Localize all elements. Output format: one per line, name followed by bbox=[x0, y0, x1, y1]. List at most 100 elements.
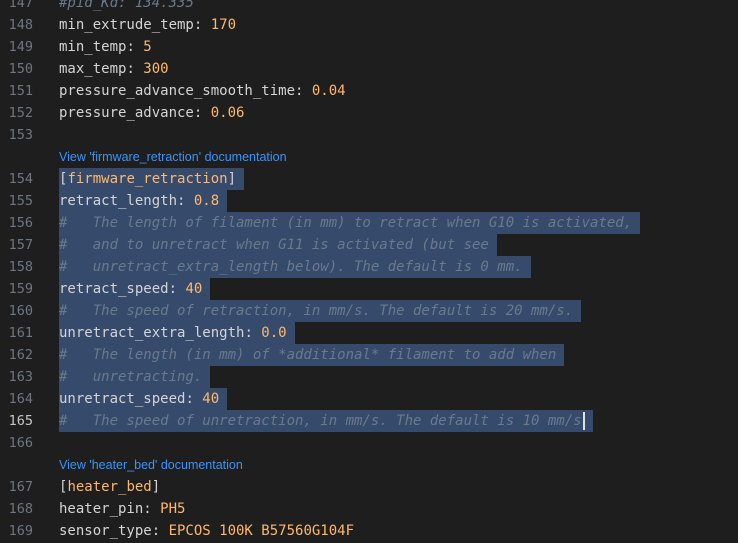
documentation-link[interactable]: View 'heater_bed' documentation bbox=[59, 454, 243, 476]
code-content[interactable]: [firmware_retraction] bbox=[59, 168, 245, 190]
line-number: 149 bbox=[8, 39, 33, 55]
key-separator: : bbox=[151, 523, 169, 539]
config-value: PH5 bbox=[160, 501, 186, 517]
config-key: pressure_advance_smooth_time bbox=[59, 83, 296, 99]
code-content[interactable]: unretract_extra_length: 0.0 bbox=[59, 322, 295, 344]
code-content[interactable]: # The speed of unretraction, in mm/s. Th… bbox=[59, 410, 593, 432]
code-content[interactable]: unretract_speed: 40 bbox=[59, 388, 228, 410]
code-content[interactable]: heater_pin: PH5 bbox=[59, 498, 185, 520]
comment-text: # The speed of unretraction, in mm/s. Th… bbox=[59, 413, 582, 429]
code-line[interactable]: 149 min_temp: 5 bbox=[0, 36, 738, 58]
code-line[interactable]: 162 # The length (in mm) of *additional* … bbox=[0, 344, 738, 366]
line-number: 163 bbox=[8, 369, 33, 385]
code-line[interactable]: 150 max_temp: 300 bbox=[0, 58, 738, 80]
config-key: min_temp bbox=[59, 39, 127, 55]
code-line[interactable]: 153 bbox=[0, 124, 738, 146]
line-number: 162 bbox=[8, 347, 33, 363]
config-key: unretract_speed bbox=[59, 391, 186, 407]
line-number: 165 bbox=[8, 413, 33, 429]
section-bracket: ] bbox=[151, 479, 161, 495]
code-line[interactable]: 158 # unretract_extra_length below). The … bbox=[0, 256, 738, 278]
code-line[interactable]: 151 pressure_advance_smooth_time: 0.04 bbox=[0, 80, 738, 102]
text-cursor bbox=[582, 412, 585, 430]
config-value: 5 bbox=[143, 39, 152, 55]
key-separator: : bbox=[185, 391, 203, 407]
code-content[interactable]: retract_speed: 40 bbox=[59, 278, 211, 300]
code-content[interactable]: # The length of filament (in mm) to retr… bbox=[59, 212, 641, 234]
line-number: 147 bbox=[8, 0, 33, 11]
config-value: 40 bbox=[185, 281, 203, 297]
code-content[interactable]: # unretract_extra_length below). The def… bbox=[59, 256, 531, 278]
code-line[interactable]: 168 heater_pin: PH5 bbox=[0, 498, 738, 520]
code-line[interactable]: 148 min_extrude_temp: 170 bbox=[0, 14, 738, 36]
config-key: retract_length bbox=[59, 193, 178, 209]
config-key: unretract_extra_length bbox=[59, 325, 245, 341]
code-line[interactable]: 159 retract_speed: 40 bbox=[0, 278, 738, 300]
line-number: 160 bbox=[8, 303, 33, 319]
code-content[interactable]: max_temp: 300 bbox=[59, 58, 169, 80]
config-key: min_extrude_temp bbox=[59, 17, 194, 33]
code-content[interactable]: pressure_advance_smooth_time: 0.04 bbox=[59, 80, 346, 102]
line-number: 158 bbox=[8, 259, 33, 275]
code-line[interactable]: 169 sensor_type: EPCOS 100K B57560G104F bbox=[0, 520, 738, 542]
code-content[interactable]: # The length (in mm) of *additional* fil… bbox=[59, 344, 565, 366]
code-content[interactable]: # The speed of retraction, in mm/s. The … bbox=[59, 300, 582, 322]
line-number: 169 bbox=[8, 523, 33, 539]
config-value: 0.06 bbox=[210, 105, 245, 121]
config-value: 0.0 bbox=[261, 325, 287, 341]
comment-text: # The length (in mm) of *additional* fil… bbox=[59, 347, 557, 363]
code-line[interactable]: 155 retract_length: 0.8 bbox=[0, 190, 738, 212]
section-name: heater_bed bbox=[67, 479, 152, 495]
code-content[interactable]: sensor_type: EPCOS 100K B57560G104F bbox=[59, 520, 354, 542]
line-number: 157 bbox=[8, 237, 33, 253]
line-number: 166 bbox=[8, 435, 33, 451]
config-value: 170 bbox=[210, 17, 237, 33]
code-line[interactable]: 160 # The speed of retraction, in mm/s. T… bbox=[0, 300, 738, 322]
config-value: 134.335 bbox=[134, 0, 194, 11]
config-value: 0.8 bbox=[193, 193, 220, 209]
code-content[interactable]: [heater_bed] bbox=[59, 476, 160, 498]
config-key: pressure_advance bbox=[59, 105, 194, 121]
code-content[interactable]: pressure_advance: 0.06 bbox=[59, 102, 244, 124]
code-content[interactable]: # unretracting. bbox=[59, 366, 211, 388]
comment-text: # unretracting. bbox=[59, 369, 203, 385]
line-number: 156 bbox=[8, 215, 33, 231]
documentation-link[interactable]: View 'firmware_retraction' documentation bbox=[59, 146, 287, 168]
config-key: max_temp bbox=[59, 61, 127, 77]
comment-text: # The speed of retraction, in mm/s. The … bbox=[59, 303, 574, 319]
code-line[interactable]: 147 #pid_Kd: 134.335 bbox=[0, 0, 738, 14]
code-line[interactable]: 165 # The speed of unretraction, in mm/s.… bbox=[0, 410, 738, 432]
code-line[interactable]: 154 [firmware_retraction] bbox=[0, 168, 738, 190]
code-content[interactable]: min_extrude_temp: 170 bbox=[59, 14, 236, 36]
config-value: 0.04 bbox=[311, 83, 346, 99]
key-separator: : bbox=[143, 501, 161, 517]
line-number: 153 bbox=[8, 127, 33, 143]
section-name: firmware_retraction bbox=[67, 171, 228, 187]
line-number: 164 bbox=[8, 391, 33, 407]
code-content[interactable]: retract_length: 0.8 bbox=[59, 190, 228, 212]
code-line[interactable]: 167 [heater_bed] bbox=[0, 476, 738, 498]
code-content[interactable]: #pid_Kd: 134.335 bbox=[59, 0, 194, 14]
key-separator: : bbox=[193, 17, 211, 33]
line-number: 155 bbox=[8, 193, 33, 209]
code-content[interactable]: min_temp: 5 bbox=[59, 36, 152, 58]
code-line[interactable]: 156 # The length of filament (in mm) to r… bbox=[0, 212, 738, 234]
code-line[interactable]: 152 pressure_advance: 0.06 bbox=[0, 102, 738, 124]
line-number: 167 bbox=[8, 479, 33, 495]
code-content[interactable]: # and to unretract when G11 is activated… bbox=[59, 234, 497, 256]
line-number: 150 bbox=[8, 61, 33, 77]
code-line[interactable]: 166 bbox=[0, 432, 738, 454]
section-bracket: ] bbox=[227, 171, 237, 187]
code-line[interactable]: 157 # and to unretract when G11 is activa… bbox=[0, 234, 738, 256]
key-separator: : bbox=[168, 281, 186, 297]
code-line[interactable]: 164 unretract_speed: 40 bbox=[0, 388, 738, 410]
code-editor[interactable]: 147 #pid_Kd: 134.335 148 min_extrude_temp: … bbox=[0, 0, 738, 543]
key-separator: : bbox=[126, 39, 144, 55]
key-separator: : bbox=[295, 83, 312, 99]
line-number: 151 bbox=[8, 83, 33, 99]
config-key: sensor_type bbox=[59, 523, 152, 539]
comment-text: # unretract_extra_length below). The def… bbox=[59, 259, 523, 275]
key-separator: : bbox=[118, 0, 135, 11]
code-line[interactable]: 163 # unretracting. bbox=[0, 366, 738, 388]
code-line[interactable]: 161 unretract_extra_length: 0.0 bbox=[0, 322, 738, 344]
